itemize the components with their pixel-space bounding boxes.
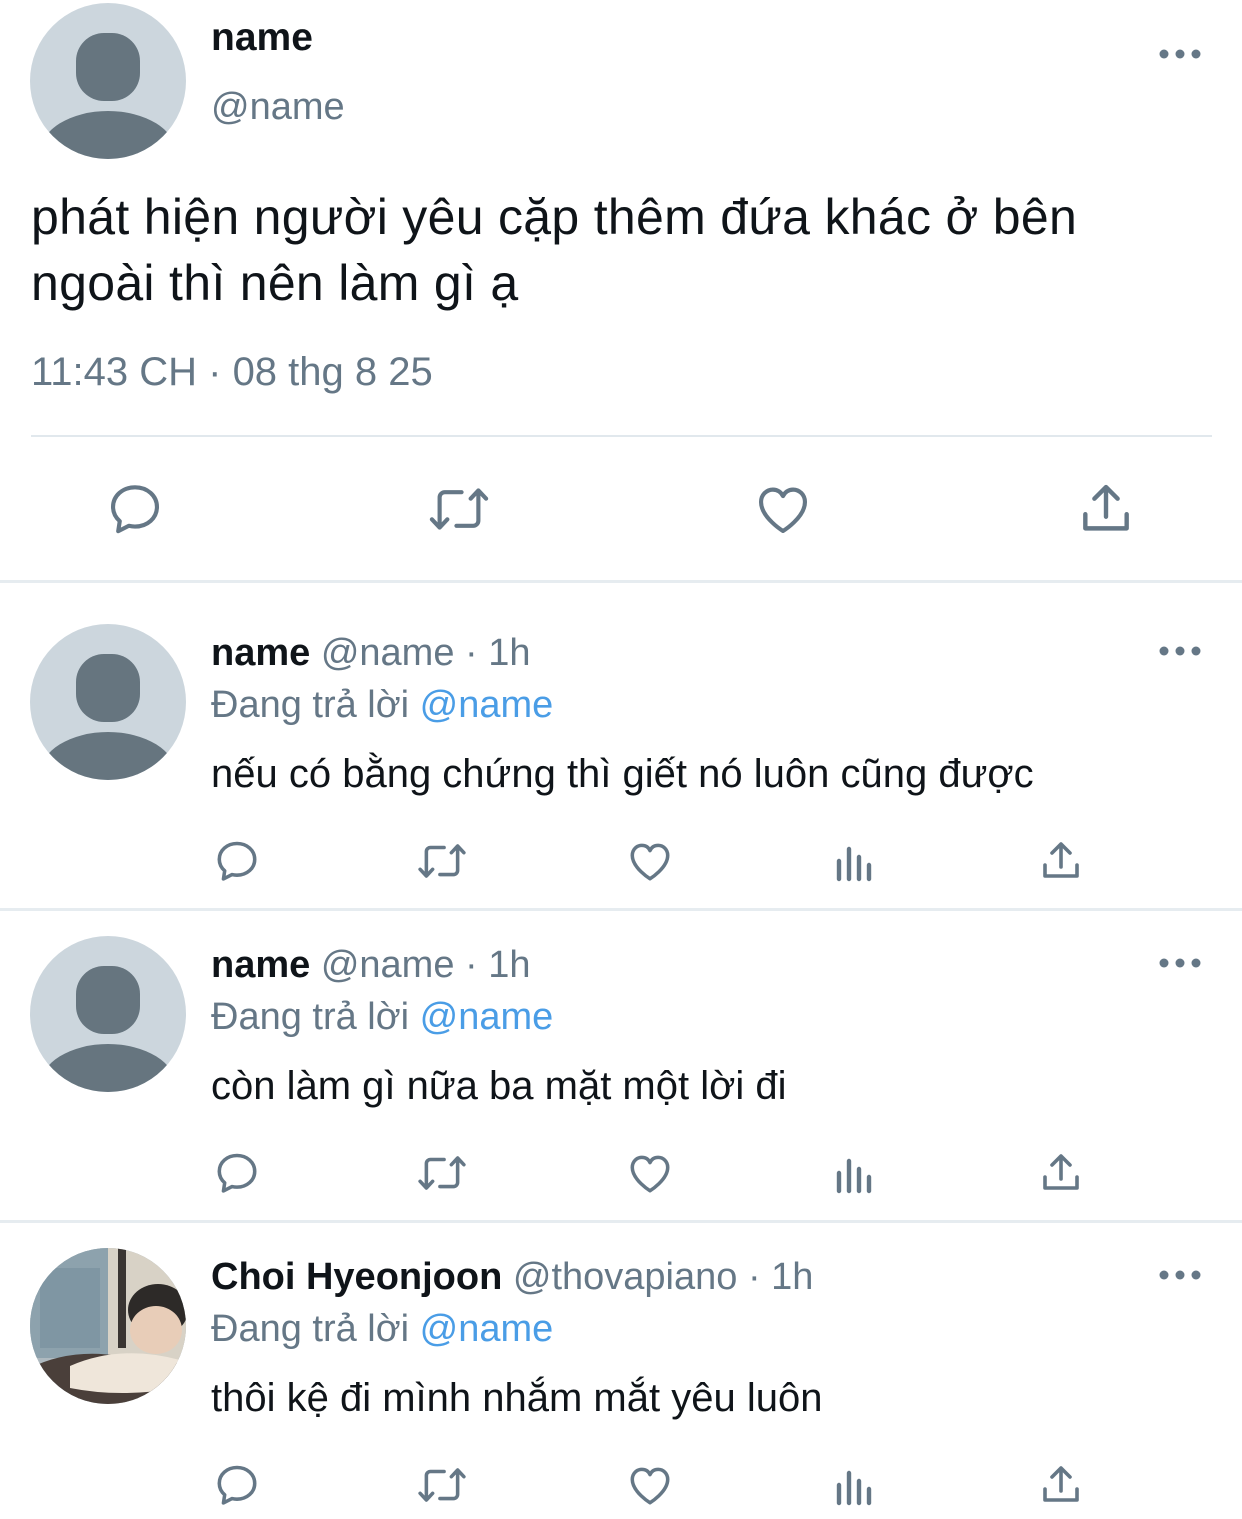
author-name[interactable]: name: [211, 16, 313, 60]
reply-tweet[interactable]: Choi Hyeonjoon @thovapiano · 1h Đang trả…: [0, 1248, 1242, 1519]
like-icon[interactable]: [624, 1460, 676, 1510]
analytics-icon[interactable]: [832, 1148, 880, 1198]
reply-text: nếu có bằng chứng thì giết nó luôn cũng …: [211, 752, 1034, 796]
like-icon[interactable]: [624, 836, 676, 886]
author-name[interactable]: name: [211, 944, 310, 986]
share-icon[interactable]: [1037, 1460, 1085, 1510]
share-icon[interactable]: [1037, 836, 1085, 886]
reply-header: Choi Hyeonjoon @thovapiano · 1h: [211, 1256, 813, 1299]
replying-label: Đang trả lời: [211, 1308, 420, 1350]
replying-to: Đang trả lời @name: [211, 1308, 553, 1351]
default-avatar-icon: [40, 33, 176, 159]
retweet-icon[interactable]: [414, 1460, 470, 1510]
replying-label: Đang trả lời: [211, 684, 420, 726]
mention-link[interactable]: @name: [420, 1308, 554, 1350]
author-handle[interactable]: @name: [321, 944, 455, 986]
analytics-icon[interactable]: [832, 836, 880, 886]
mention-link[interactable]: @name: [420, 684, 554, 726]
separator-dot: ·: [454, 944, 489, 986]
reply-icon[interactable]: [212, 1460, 262, 1510]
divider: [0, 1220, 1242, 1223]
tweet-text: phát hiện người yêu cặp thêm đứa khác ở …: [31, 189, 1078, 311]
reply-icon[interactable]: [212, 1148, 262, 1198]
reply-time[interactable]: 1h: [488, 944, 530, 986]
analytics-icon[interactable]: [832, 1460, 880, 1510]
retweet-icon[interactable]: [414, 836, 470, 886]
reply-header: name @name · 1h: [211, 944, 531, 987]
divider: [31, 435, 1212, 437]
reply-time[interactable]: 1h: [488, 632, 530, 674]
mention-link[interactable]: @name: [420, 996, 554, 1038]
default-avatar-icon: [40, 654, 176, 780]
author-handle[interactable]: @name: [211, 86, 345, 129]
like-icon[interactable]: [750, 478, 816, 540]
more-icon[interactable]: [1158, 953, 1202, 973]
profile-photo-icon: [30, 1248, 186, 1404]
more-icon[interactable]: [1158, 44, 1202, 64]
avatar[interactable]: [30, 936, 186, 1092]
reply-tweet[interactable]: name @name · 1h Đang trả lời @name còn l…: [0, 936, 1242, 1214]
more-icon[interactable]: [1158, 1265, 1202, 1285]
tweet-timestamp[interactable]: 11:43 CH · 08 thg 8 25: [31, 350, 433, 395]
retweet-icon[interactable]: [414, 1148, 470, 1198]
like-icon[interactable]: [624, 1148, 676, 1198]
author-name[interactable]: name: [211, 632, 310, 674]
author-name[interactable]: Choi Hyeonjoon: [211, 1256, 502, 1298]
reply-time[interactable]: 1h: [771, 1256, 813, 1298]
share-icon[interactable]: [1075, 478, 1137, 540]
author-handle[interactable]: @name: [321, 632, 455, 674]
reply-text: thôi kệ đi mình nhắm mắt yêu luôn: [211, 1376, 823, 1420]
reply-tweet[interactable]: name @name · 1h Đang trả lời @name nếu c…: [0, 624, 1242, 902]
retweet-icon[interactable]: [425, 478, 493, 540]
more-icon[interactable]: [1158, 641, 1202, 661]
reply-header: name @name · 1h: [211, 632, 531, 675]
replying-label: Đang trả lời: [211, 996, 420, 1038]
avatar[interactable]: [30, 3, 186, 159]
main-tweet: name @name phát hiện người yêu cặp thêm …: [0, 0, 1242, 580]
separator-dot: ·: [737, 1256, 772, 1298]
reply-text: còn làm gì nữa ba mặt một lời đi: [211, 1064, 787, 1108]
default-avatar-icon: [40, 966, 176, 1092]
avatar[interactable]: [30, 1248, 186, 1404]
divider: [0, 580, 1242, 583]
divider: [0, 908, 1242, 911]
reply-icon[interactable]: [212, 836, 262, 886]
reply-icon[interactable]: [104, 478, 166, 540]
replying-to: Đang trả lời @name: [211, 684, 553, 727]
separator-dot: ·: [454, 632, 489, 674]
author-handle[interactable]: @thovapiano: [513, 1256, 738, 1298]
replying-to: Đang trả lời @name: [211, 996, 553, 1039]
avatar[interactable]: [30, 624, 186, 780]
share-icon[interactable]: [1037, 1148, 1085, 1198]
